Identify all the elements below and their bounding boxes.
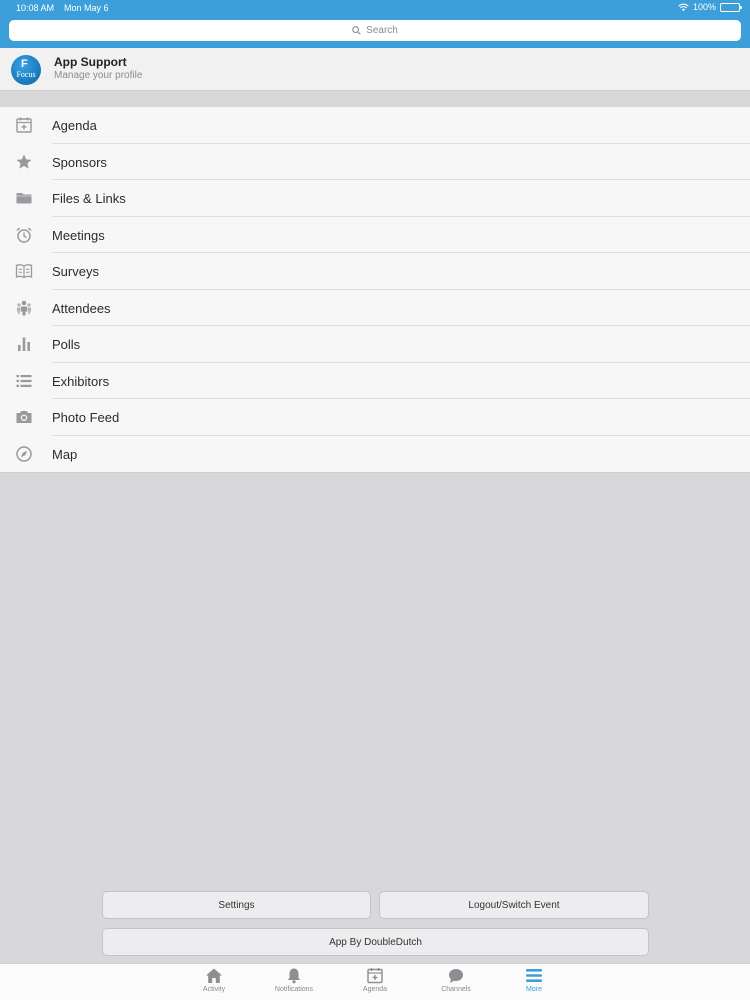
tab-agenda[interactable]: Agenda	[345, 967, 405, 993]
menu-item-files-links[interactable]: Files & Links	[0, 180, 750, 217]
tab-bar: Activity Notifications Agenda Channels M…	[0, 963, 750, 1000]
menu-item-label: Meetings	[52, 227, 105, 243]
menu-item-exhibitors[interactable]: Exhibitors	[0, 363, 750, 399]
menu-icon	[526, 969, 542, 982]
menu-item-label: Surveys	[52, 264, 99, 279]
menu-item-surveys[interactable]: Surveys	[0, 253, 750, 290]
menu-item-photo-feed[interactable]: Photo Feed	[0, 399, 750, 436]
chat-bubble-icon	[449, 969, 463, 983]
menu-item-attendees[interactable]: Attendees	[0, 290, 750, 326]
bell-icon	[287, 968, 301, 984]
status-right: 100%	[678, 2, 742, 12]
search-bar[interactable]: Search	[9, 20, 741, 41]
logo-letter: F	[21, 58, 28, 70]
menu-item-sponsors[interactable]: Sponsors	[0, 144, 750, 180]
menu-item-label: Sponsors	[52, 154, 107, 170]
search-placeholder: Search	[366, 25, 398, 36]
tab-label: Notifications	[274, 986, 314, 993]
tab-more[interactable]: More	[504, 967, 564, 993]
app-by-doubledutch-button[interactable]: App By DoubleDutch	[102, 928, 649, 956]
alarm-clock-icon	[16, 226, 32, 243]
tab-label: Activity	[202, 986, 226, 993]
event-logo: F Focus	[11, 55, 41, 85]
menu-item-label: Exhibitors	[52, 373, 110, 389]
menu-item-label: Files & Links	[52, 191, 126, 206]
menu-item-label: Map	[52, 446, 78, 462]
book-icon	[15, 264, 33, 279]
menu-item-map[interactable]: Map	[0, 436, 750, 473]
menu-item-meetings[interactable]: Meetings	[0, 217, 750, 253]
top-bar: 10:08 AM Mon May 6 100% Search	[0, 0, 750, 48]
list-icon	[16, 374, 32, 387]
tab-activity[interactable]: Activity	[184, 967, 244, 993]
star-icon	[16, 154, 32, 169]
settings-button[interactable]: Settings	[102, 891, 371, 919]
menu-list: Agenda Sponsors Files & Links Meetings S…	[0, 106, 750, 473]
tab-notifications[interactable]: Notifications	[264, 967, 324, 993]
status-time: 10:08 AM	[16, 3, 55, 13]
camera-icon	[16, 411, 32, 423]
menu-item-agenda[interactable]: Agenda	[0, 107, 750, 144]
profile-subtitle: Manage your profile	[54, 70, 143, 81]
tab-channels[interactable]: Channels	[426, 967, 486, 993]
profile-row[interactable]: F Focus App Support Manage your profile	[0, 48, 750, 91]
tab-label: More	[526, 986, 542, 993]
menu-item-label: Agenda	[52, 118, 97, 133]
logout-switch-event-button[interactable]: Logout/Switch Event	[379, 891, 649, 919]
menu-item-label: Polls	[52, 337, 81, 352]
menu-item-label: Attendees	[52, 300, 111, 316]
status-date: Mon May 6	[64, 3, 109, 13]
logo-text: Focus	[16, 70, 36, 79]
tab-label: Channels	[441, 986, 471, 993]
calendar-icon	[16, 117, 32, 133]
battery-icon	[720, 2, 742, 12]
wifi-icon	[678, 3, 689, 11]
compass-icon	[16, 445, 32, 462]
bar-chart-icon	[18, 337, 30, 351]
calendar-icon	[367, 968, 383, 984]
people-icon	[17, 300, 31, 315]
tab-label: Agenda	[362, 986, 388, 993]
search-icon	[352, 26, 361, 35]
battery-percent: 100%	[692, 2, 716, 12]
status-bar: 10:08 AM Mon May 6 100%	[0, 0, 750, 16]
home-icon	[206, 968, 222, 983]
menu-item-polls[interactable]: Polls	[0, 326, 750, 363]
folder-icon	[16, 193, 32, 204]
profile-name: App Support	[54, 55, 127, 69]
menu-item-label: Photo Feed	[52, 410, 120, 425]
